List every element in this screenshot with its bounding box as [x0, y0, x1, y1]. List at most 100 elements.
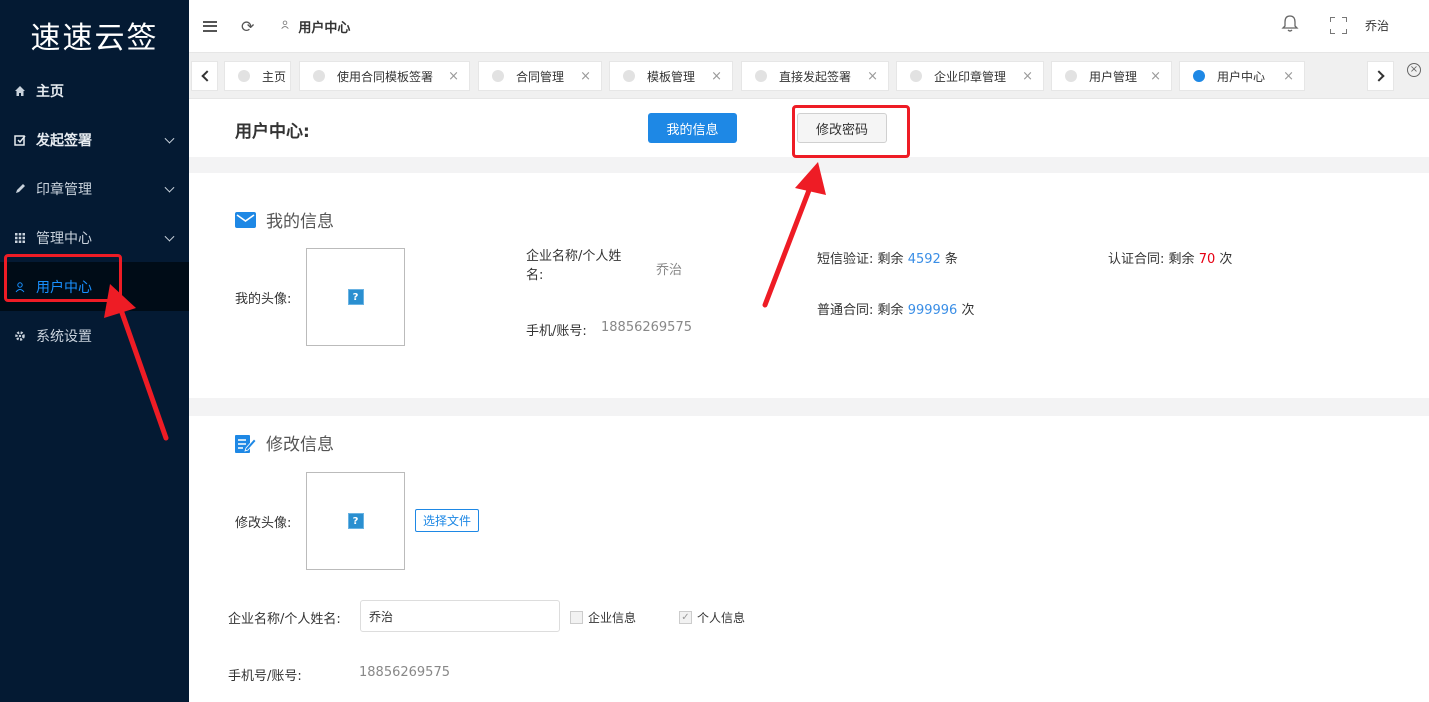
section-title-text: 修改信息	[266, 435, 334, 455]
sidebar-item-home[interactable]: 主页	[0, 66, 189, 115]
sidebar-item-seal[interactable]: 印章管理	[0, 164, 189, 213]
normal-count: 999996	[907, 303, 958, 318]
tab-home[interactable]: 主页	[224, 61, 291, 91]
user-menu[interactable]: 乔治	[1365, 17, 1389, 34]
edit-info-card: 修改信息 修改头像: ? 选择文件 企业名称/个人姓名: 乔治 企业信息 ✓ 个…	[189, 416, 1429, 702]
normal-contract-quota: 普通合同: 剩余 999996 次	[817, 299, 974, 318]
normal-label: 普通合同:	[817, 303, 874, 318]
name-label-line: 名:	[526, 268, 544, 283]
close-all-tabs-icon[interactable]: ×	[1407, 63, 1421, 77]
checkbox-box	[570, 611, 583, 624]
choose-file-button[interactable]: 选择文件	[415, 509, 479, 532]
tab-scroll-left-button[interactable]	[191, 61, 218, 91]
fullscreen-icon[interactable]	[1330, 17, 1347, 34]
name-value: 乔治	[656, 263, 683, 278]
close-icon[interactable]: ×	[867, 69, 878, 84]
edit-phone-label: 手机号/账号:	[228, 669, 302, 684]
tab-user-mgmt[interactable]: 用户管理 ×	[1051, 61, 1172, 91]
tab-user-center[interactable]: 用户中心 ×	[1179, 61, 1305, 91]
tab-seal-mgmt[interactable]: 企业印章管理 ×	[896, 61, 1044, 91]
edit-avatar: ?	[306, 472, 405, 570]
broken-image-icon: ?	[347, 513, 364, 529]
page-title: 用户中心:	[235, 122, 310, 142]
sms-unit: 条	[944, 252, 958, 267]
sidebar-item-sign[interactable]: 发起签署	[0, 115, 189, 164]
broken-image-icon: ?	[347, 289, 364, 305]
sms-prefix: 剩余	[877, 252, 904, 267]
edit-name-label: 企业名称/个人姓名:	[228, 612, 341, 627]
user-icon	[280, 19, 290, 33]
mail-icon	[235, 211, 256, 228]
close-icon[interactable]: ×	[580, 69, 591, 84]
highlight-box	[4, 254, 122, 302]
tab-dot	[623, 70, 635, 82]
gear-icon	[14, 330, 26, 342]
tab-template-mgmt[interactable]: 模板管理 ×	[609, 61, 733, 91]
sidebar-item-label: 主页	[36, 83, 64, 100]
tab-template-sign[interactable]: 使用合同模板签署 ×	[299, 61, 470, 91]
tab-direct-sign[interactable]: 直接发起签署 ×	[741, 61, 889, 91]
bell-icon[interactable]	[1281, 14, 1299, 32]
sidebar-item-label: 管理中心	[36, 230, 92, 247]
pen-icon	[14, 183, 26, 195]
auth-count: 70	[1198, 252, 1216, 267]
breadcrumb: 用户中心	[298, 20, 351, 36]
auth-unit: 次	[1219, 252, 1233, 267]
chevron-right-icon	[1372, 70, 1385, 82]
tab-dot	[313, 70, 325, 82]
sidebar-item-label: 印章管理	[36, 181, 92, 198]
auth-prefix: 剩余	[1168, 252, 1195, 267]
refresh-icon[interactable]: ⟳	[241, 17, 254, 36]
close-icon[interactable]: ×	[1022, 69, 1033, 84]
section-title: 我的信息	[235, 207, 334, 232]
tab-dot	[755, 70, 767, 82]
close-icon[interactable]: ×	[448, 69, 459, 84]
chevron-down-icon	[164, 231, 175, 242]
tab-dot	[1193, 70, 1205, 82]
company-checkbox[interactable]: 企业信息	[570, 609, 636, 626]
chevron-left-icon	[200, 70, 213, 82]
sign-icon	[14, 134, 26, 146]
tab-dot	[910, 70, 922, 82]
close-icon[interactable]: ×	[711, 69, 722, 84]
normal-prefix: 剩余	[877, 303, 904, 318]
auth-label: 认证合同:	[1108, 252, 1165, 267]
tab-label: 使用合同模板签署	[337, 69, 434, 84]
app-logo: 速速云签	[30, 21, 159, 56]
tab-label: 合同管理	[516, 69, 565, 84]
edit-avatar-label: 修改头像:	[235, 516, 292, 531]
chevron-down-icon	[164, 182, 175, 193]
tab-label: 模板管理	[647, 69, 696, 84]
sms-quota: 短信验证: 剩余 4592 条	[817, 248, 958, 267]
phone-value: 18856269575	[601, 320, 692, 335]
tab-label: 企业印章管理	[934, 69, 1007, 84]
section-title: 修改信息	[235, 430, 334, 455]
auth-contract-quota: 认证合同: 剩余 70 次	[1108, 248, 1232, 267]
checkbox-box: ✓	[679, 611, 692, 624]
personal-checkbox[interactable]: ✓ 个人信息	[679, 609, 745, 626]
edit-icon	[235, 434, 257, 453]
normal-unit: 次	[961, 303, 975, 318]
tab-contract-mgmt[interactable]: 合同管理 ×	[478, 61, 602, 91]
tab-label: 主页	[262, 69, 287, 84]
avatar: ?	[306, 248, 405, 346]
close-icon[interactable]: ×	[1150, 69, 1161, 84]
checkbox-label: 企业信息	[588, 611, 637, 625]
menu-toggle-icon[interactable]	[203, 20, 217, 32]
name-input[interactable]: 乔治	[360, 600, 560, 632]
tab-label: 直接发起签署	[779, 69, 852, 84]
home-icon	[14, 85, 26, 97]
tabs-bar: 主页 使用合同模板签署 × 合同管理 × 模板管理 × 直接发起签署 × 企业印章管理 ×…	[189, 52, 1429, 99]
tab-dot	[492, 70, 504, 82]
sidebar-item-settings[interactable]: 系统设置	[0, 311, 189, 360]
close-icon[interactable]: ×	[1283, 69, 1294, 84]
tab-label: 用户管理	[1089, 69, 1138, 84]
sidebar: 速速云签 主页 发起签署 印章管理 管理中心 用户中心 系统设置	[0, 0, 189, 702]
page-toolbar: 用户中心: 我的信息 修改密码	[189, 99, 1429, 158]
my-info-card: 我的信息 我的头像: ? 企业名称/个人姓 名: 乔治 手机/账号: 18856…	[189, 173, 1429, 398]
my-info-button[interactable]: 我的信息	[648, 113, 737, 143]
tab-scroll-right-button[interactable]	[1367, 61, 1394, 91]
name-label: 企业名称/个人姓 名:	[526, 247, 621, 285]
avatar-label: 我的头像:	[235, 292, 292, 307]
sidebar-item-label: 发起签署	[36, 132, 92, 149]
